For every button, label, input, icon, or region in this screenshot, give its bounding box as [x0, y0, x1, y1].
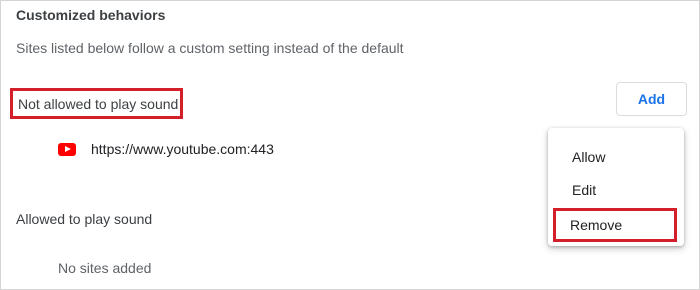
site-url: https://www.youtube.com:443 — [91, 141, 274, 157]
section-title: Customized behaviors — [16, 7, 166, 23]
allowed-empty-text: No sites added — [58, 260, 152, 276]
menu-item-remove-highlight[interactable]: Remove — [553, 208, 677, 242]
site-row[interactable]: https://www.youtube.com:443 — [58, 141, 274, 157]
site-context-menu: Allow Edit Remove — [548, 128, 684, 246]
blocked-list-header: Not allowed to play sound — [18, 95, 179, 112]
allowed-list-header: Allowed to play sound — [16, 211, 153, 227]
blocked-list-header-highlight: Not allowed to play sound — [10, 88, 183, 119]
menu-item-allow[interactable]: Allow — [548, 141, 684, 173]
section-subtitle: Sites listed below follow a custom setti… — [16, 40, 404, 56]
menu-item-remove[interactable]: Remove — [570, 217, 622, 233]
youtube-icon — [58, 142, 76, 156]
menu-item-edit[interactable]: Edit — [548, 174, 684, 206]
settings-panel: Customized behaviors Sites listed below … — [0, 0, 700, 290]
add-site-button[interactable]: Add — [616, 82, 687, 116]
